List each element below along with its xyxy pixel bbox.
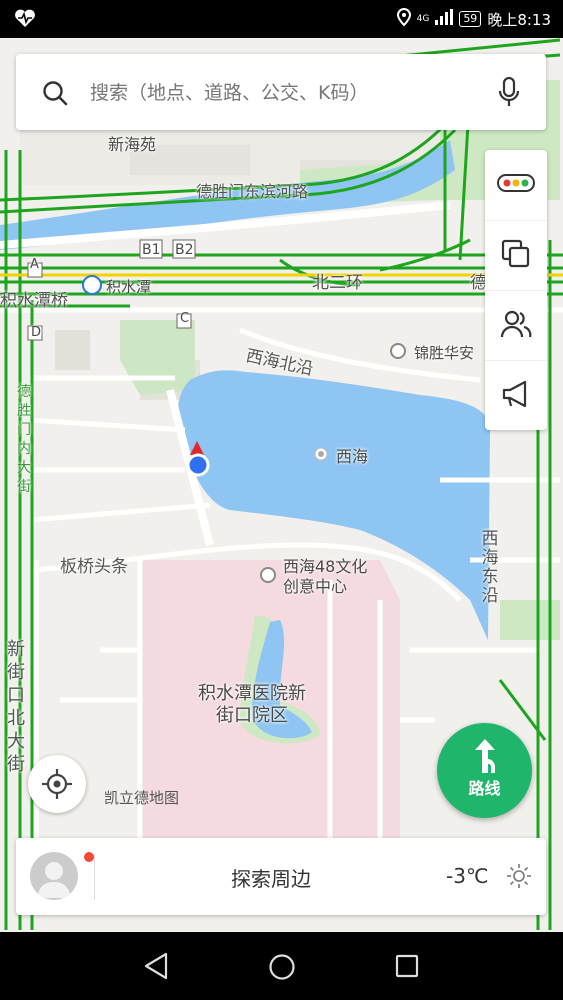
subway-exit-b1: B1 — [142, 242, 161, 258]
home-icon[interactable] — [268, 953, 296, 985]
avatar[interactable] — [30, 852, 78, 900]
route-button[interactable]: 路线 — [437, 723, 532, 818]
locate-me-button[interactable] — [28, 755, 86, 813]
microphone-icon[interactable] — [498, 76, 520, 111]
recent-apps-icon[interactable] — [395, 954, 419, 982]
map-label-jinsheng: 锦胜华安 — [414, 344, 475, 362]
map-label-jishuitan-bridge: 积水潭桥 — [0, 291, 68, 311]
map-label-hospital: 积水潭医院新街口院区 — [198, 683, 306, 726]
subway-exit-c: C — [180, 311, 190, 326]
divider — [94, 854, 95, 900]
map-label-deshengmen-river-road: 德胜门东滨河路 — [196, 182, 309, 201]
explore-nearby-button[interactable]: 探索周边 — [156, 863, 386, 892]
megaphone-icon — [501, 380, 531, 412]
back-icon[interactable] — [143, 952, 169, 984]
friends-button[interactable] — [485, 290, 547, 361]
people-icon — [500, 309, 532, 343]
map-label-xinhaiyuan: 新海苑 — [108, 135, 157, 154]
signal-icon — [435, 9, 454, 29]
layers-button[interactable] — [485, 220, 547, 291]
layers-icon — [501, 239, 531, 273]
map-label-xihai-lake: 西海 — [336, 447, 369, 466]
subway-exit-a: A — [30, 257, 39, 272]
sun-icon — [506, 863, 532, 893]
map-label-left-street: 德胜门内大街 — [17, 384, 31, 495]
heart-pulse-icon — [14, 8, 36, 32]
search-input[interactable]: 搜索（地点、道路、公交、K码） — [90, 78, 368, 105]
route-button-label: 路线 — [468, 779, 501, 798]
search-icon — [42, 80, 68, 110]
subway-exit-d: D — [31, 325, 42, 340]
map-attribution: 凯立德地图 — [104, 789, 180, 807]
location-icon — [396, 7, 411, 30]
map-tools-panel — [485, 150, 547, 430]
search-bar[interactable]: 搜索（地点、道路、公交、K码） — [16, 54, 546, 130]
broadcast-button[interactable] — [485, 360, 547, 431]
map-label-xihai-east: 西海东沿 — [481, 529, 499, 606]
map-label-xihai48: 西海48文化创意中心 — [283, 557, 368, 596]
notification-dot — [84, 852, 94, 862]
map-label-jishuitan-station: 积水潭 — [106, 278, 152, 296]
temperature: -3℃ — [446, 864, 489, 888]
route-arrow-icon — [471, 737, 499, 779]
battery-icon: 59 — [459, 11, 482, 27]
status-time: 晚上8:13 — [487, 10, 551, 29]
map-label-banqiao-toutiao: 板桥头条 — [60, 557, 128, 577]
traffic-toggle-button[interactable] — [485, 150, 547, 220]
status-bar: 4G 59 晚上8:13 — [0, 0, 563, 38]
system-nav-bar — [0, 932, 563, 1000]
map-label-north-2nd-ring: 北二环 — [312, 273, 363, 293]
map-label-xinjiekou-north: 新街口北大街 — [7, 639, 25, 775]
crosshair-icon — [42, 769, 72, 803]
subway-exit-b2: B2 — [175, 242, 194, 258]
network-type-label: 4G — [416, 13, 430, 24]
traffic-light-icon — [497, 174, 535, 196]
bottom-bar: 探索周边 -3℃ — [16, 838, 546, 915]
